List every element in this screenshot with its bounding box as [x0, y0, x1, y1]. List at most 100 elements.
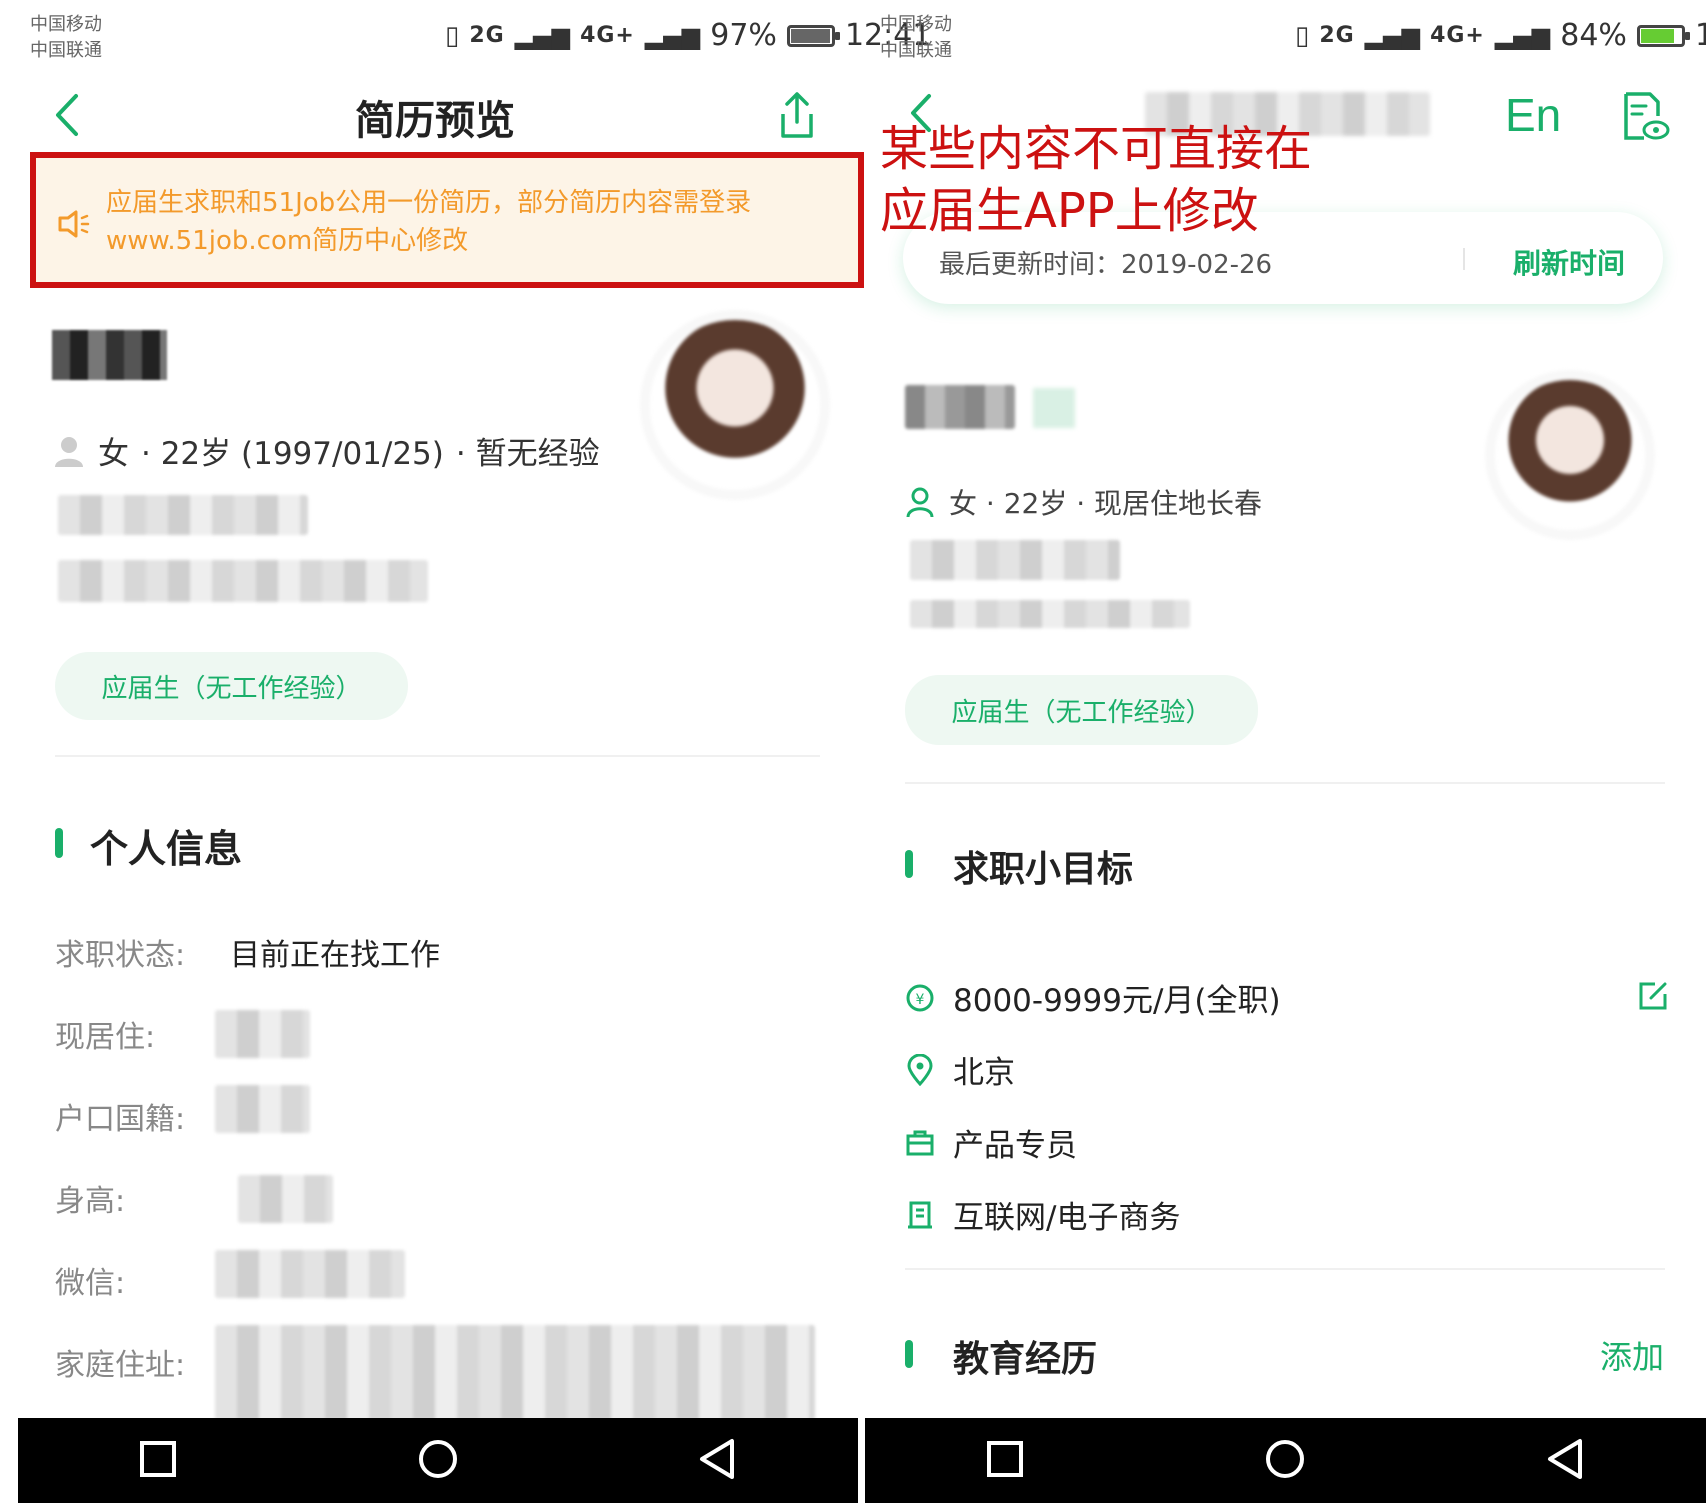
notice-link[interactable]: www.51job.com简历中心修改: [106, 222, 751, 260]
clock: 16:11: [1694, 18, 1706, 53]
share-button[interactable]: [775, 90, 819, 142]
carrier-label: 中国移动: [880, 14, 952, 35]
svg-text:¥: ¥: [916, 992, 925, 1008]
person-icon: [55, 436, 83, 467]
position-text: 产品专员: [953, 1128, 1077, 1164]
recents-button[interactable]: [983, 1437, 1027, 1485]
name-redacted: [52, 330, 167, 380]
signal-4g-label: 4G+: [1430, 23, 1485, 48]
system-nav-bar: [865, 1418, 1706, 1503]
status-tag-label: 应届生（无工作经验）: [101, 673, 362, 704]
section-title: 个人信息: [90, 827, 243, 871]
info-label: 户口国籍:: [55, 1102, 186, 1137]
vibrate-icon: ▯: [1295, 20, 1310, 51]
english-resume-button[interactable]: En: [1505, 88, 1561, 142]
notice-text: 应届生求职和51Job公用一份简历，部分简历内容需登录: [106, 188, 752, 218]
email-redacted: [58, 560, 428, 602]
left-screen: 中国移动 中国联通 ▯ 2G ▂▄▆ 4G+ ▂▄▆ 97% 12:41 简历预…: [0, 0, 931, 1503]
profile-summary: 女 · 22岁 · 现居住地长春: [949, 487, 1263, 520]
status-tag[interactable]: 应届生（无工作经验）: [905, 675, 1258, 745]
info-label: 家庭住址:: [55, 1348, 186, 1383]
section-title: 教育经历: [953, 1339, 1098, 1380]
phone-redacted: [58, 495, 308, 535]
avatar: [650, 320, 820, 490]
info-value-redacted: [215, 1085, 310, 1133]
carrier-label: 中国移动: [30, 14, 102, 35]
recents-button[interactable]: [136, 1437, 180, 1485]
status-tag-label: 应届生（无工作经验）: [951, 697, 1212, 728]
back-nav-button[interactable]: [1544, 1437, 1588, 1485]
circle-icon: [419, 1439, 457, 1478]
divider: [55, 755, 820, 757]
signal-4g-label: 4G+: [580, 23, 635, 48]
badge-redacted: [1033, 388, 1075, 428]
salary-text: 8000-9999元/月(全职): [953, 983, 1281, 1019]
square-icon: [987, 1440, 1024, 1477]
preview-button[interactable]: [1620, 90, 1670, 144]
annotation-overlay: 某些内容不可直接在 应届生APP上修改: [880, 118, 1312, 242]
carrier-label: 中国联通: [30, 40, 102, 61]
signal-icon: ▂▄▆: [644, 21, 701, 50]
info-value-redacted: [215, 1250, 405, 1298]
add-education-button[interactable]: 添加: [1600, 1332, 1664, 1378]
battery-icon: [786, 24, 840, 47]
share-icon: [781, 92, 813, 138]
refresh-time-button[interactable]: 刷新时间: [1513, 242, 1625, 282]
experience-text: · 暂无经验: [455, 436, 600, 472]
divider: [905, 1268, 1665, 1270]
home-button[interactable]: [1263, 1437, 1307, 1485]
battery-percent: 84%: [1560, 18, 1627, 53]
age-text: · 22岁 (1997/01/25): [141, 436, 444, 472]
annotation-line: 某些内容不可直接在: [880, 121, 1313, 177]
info-value-redacted: [215, 1325, 815, 1420]
vibrate-icon: ▯: [445, 20, 460, 51]
briefcase-icon: [906, 1130, 934, 1155]
system-nav-bar: [18, 1418, 858, 1503]
gender-text: 女: [98, 436, 129, 472]
notice-banner: 应届生求职和51Job公用一份简历，部分简历内容需登录 www.51job.co…: [52, 178, 852, 268]
info-value-redacted: [215, 1010, 310, 1058]
city-text: 北京: [953, 1055, 1015, 1091]
section-marker: [905, 1340, 913, 1368]
chevron-left-icon: [56, 94, 78, 136]
back-nav-button[interactable]: [696, 1437, 740, 1485]
circle-icon: [1266, 1439, 1305, 1478]
salary-icon: ¥: [906, 984, 934, 1011]
triangle-back-icon: [1547, 1438, 1582, 1479]
square-icon: [140, 1440, 176, 1477]
info-value: 目前正在找工作: [230, 938, 440, 973]
building-icon: [908, 1201, 932, 1228]
info-value-redacted: [238, 1175, 333, 1223]
battery-percent: 97%: [710, 18, 777, 53]
person-icon: [906, 487, 934, 518]
battery-charging-icon: [1636, 24, 1690, 47]
signal-2g-label: 2G: [1319, 23, 1355, 48]
speaker-icon: [58, 210, 90, 238]
industry-text: 互联网/电子商务: [953, 1200, 1181, 1236]
info-label: 微信:: [55, 1266, 126, 1301]
card-divider: [1463, 248, 1465, 270]
name-redacted: [905, 385, 1015, 429]
location-icon: [907, 1053, 933, 1086]
resume-preview-icon: [1624, 92, 1670, 140]
signal-icon: ▂▄▆: [514, 21, 571, 50]
edit-goal-button[interactable]: [1637, 980, 1669, 1012]
right-screen: 中国移动 中国联通 ▯ 2G ▂▄▆ 4G+ ▂▄▆ 84% 16:11 En: [865, 0, 1706, 1503]
update-time-text: 最后更新时间：2019-02-26: [939, 250, 1273, 280]
info-label: 求职状态:: [55, 938, 186, 973]
section-marker: [55, 828, 63, 858]
status-tag[interactable]: 应届生（无工作经验）: [55, 652, 408, 720]
signal-icon: ▂▄▆: [1364, 21, 1421, 50]
avatar: [1495, 380, 1645, 530]
section-marker: [905, 850, 913, 878]
triangle-back-icon: [700, 1438, 734, 1479]
info-label: 身高:: [55, 1184, 126, 1219]
signal-icon: ▂▄▆: [1494, 21, 1551, 50]
annotation-line: 应届生APP上修改: [880, 183, 1259, 239]
page-title: 简历预览: [355, 98, 515, 144]
info-label: 现居住:: [55, 1020, 156, 1055]
back-button[interactable]: [48, 90, 88, 140]
email-redacted: [910, 600, 1190, 628]
en-label: En: [1505, 89, 1562, 141]
home-button[interactable]: [416, 1437, 460, 1485]
